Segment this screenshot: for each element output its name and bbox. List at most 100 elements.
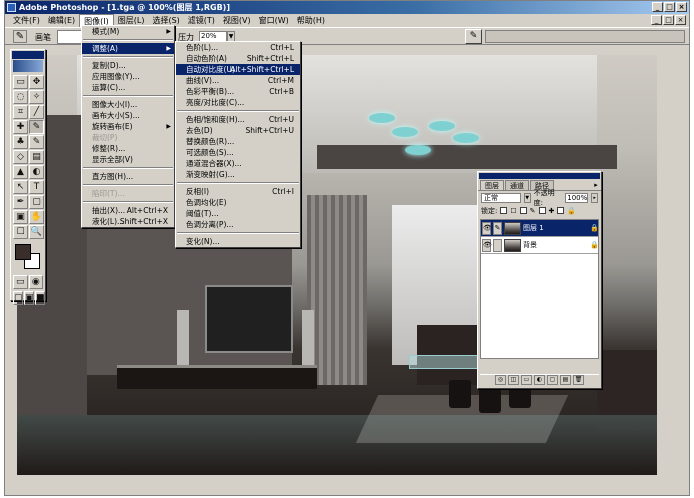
image-menu-item[interactable]: 运算(C)... [82,82,174,93]
adjust-menu-item[interactable]: 色彩平衡(B)... Ctrl+B [176,86,300,97]
adjust-menu-item[interactable]: 色调分离(P)... [176,219,300,230]
layer-mask-icon[interactable]: ◫ [508,375,519,385]
zoom-tool-icon[interactable]: 🔍 [29,225,44,239]
magic-wand-tool-icon[interactable]: ✧ [29,90,44,104]
image-menu-item[interactable]: 调整(A) ▶ [82,43,174,54]
full-screen-icon[interactable]: ■ [35,291,45,305]
close-button[interactable]: × [676,2,687,12]
blend-mode-arrow-icon[interactable]: ▼ [523,192,531,203]
adjust-menu-item[interactable]: 去色(D) Shift+Ctrl+U [176,125,300,136]
image-menu-item[interactable]: 模式(M) ▶ [82,26,174,37]
adjust-menu-item[interactable]: 替换颜色(R)... [176,136,300,147]
image-menu-item[interactable]: 液化(L)... Shift+Ctrl+X [82,216,174,227]
menu-window[interactable]: 窗口(W) [255,14,293,27]
airbrush-toggle-icon[interactable]: ✎ [465,29,482,44]
menu-filter[interactable]: 滤镜(T) [184,14,219,27]
menu-view[interactable]: 视图(V) [219,14,255,27]
eyedropper-tool-icon[interactable]: ☐ [13,225,28,239]
notes-tool-icon[interactable]: ▣ [13,210,28,224]
layers-panel-titlebar[interactable] [479,173,600,179]
lock-all-checkbox[interactable] [557,207,565,214]
adjust-menu-item[interactable]: 变化(N)... [176,236,300,247]
clone-stamp-tool-icon[interactable]: ♣ [13,135,28,149]
menu-help[interactable]: 帮助(H) [293,14,329,27]
visibility-eye-icon[interactable]: 👁 [482,238,492,252]
brush-preset-dropdown[interactable] [57,30,83,44]
image-menu-item[interactable]: 应用图像(Y)... [82,71,174,82]
layer-style-icon[interactable]: ◎ [495,375,506,385]
type-tool-icon[interactable]: T [29,180,44,194]
image-menu-item[interactable]: 抽出(X)... Alt+Ctrl+X [82,205,174,216]
blur-tool-icon[interactable]: ▲ [13,165,28,179]
photoshop-logo[interactable] [13,60,43,72]
visibility-eye-icon[interactable]: 👁 [482,221,492,235]
duplicate-layer-icon[interactable]: ▤ [560,375,571,385]
opacity-input[interactable]: 100% [565,192,589,203]
adjust-menu-item[interactable]: 可选颜色(S)... [176,147,300,158]
adjust-menu-item[interactable]: 自动对比度(U) Alt+Shift+Ctrl+L [176,64,300,75]
doc-maximize-button[interactable]: □ [663,15,674,25]
delete-layer-icon[interactable]: 🗑 [573,375,584,385]
new-layer-icon[interactable]: ▢ [547,375,558,385]
toolbox-titlebar[interactable] [12,51,44,59]
image-menu-item[interactable]: 图像大小(I)... [82,99,174,110]
adjust-menu-item[interactable]: 曲线(V)... Ctrl+M [176,75,300,86]
minimize-button[interactable]: _ [652,2,663,12]
menu-file[interactable]: 文件(F) [9,14,44,27]
standard-mode-icon[interactable]: ▭ [13,275,28,289]
healing-brush-tool-icon[interactable]: ✚ [13,120,28,134]
adjust-menu-item[interactable]: 通道混合器(X)... [176,158,300,169]
image-menu-item[interactable]: 直方图(H)... [82,171,174,182]
doc-minimize-button[interactable]: _ [651,15,662,25]
blend-mode-select[interactable]: 正常 [481,192,521,203]
image-menu-item[interactable]: 显示全部(V) [82,154,174,165]
crop-tool-icon[interactable]: ⌗ [13,105,28,119]
image-menu-item[interactable]: 复制(D)... [82,60,174,71]
layer-row-layer1[interactable]: 👁 ✎ 图层 1 🔒 [481,220,599,237]
slice-tool-icon[interactable]: ╱ [29,105,44,119]
lasso-tool-icon[interactable]: ◌ [13,90,28,104]
layer-set-icon[interactable]: ▭ [521,375,532,385]
lock-transparency-checkbox[interactable] [500,207,508,214]
menu-edit[interactable]: 编辑(E) [44,14,79,27]
opacity-arrow-icon[interactable]: ▸ [591,192,598,203]
image-menu-item[interactable]: 画布大小(S)... [82,110,174,121]
adjustment-layer-icon[interactable]: ◐ [534,375,545,385]
history-brush-tool-icon[interactable]: ✎ [29,135,44,149]
adjust-menu-item[interactable]: 亮度/对比度(C)... [176,97,300,108]
brush-tool-icon[interactable]: ✎ [29,120,44,134]
adjust-menu-item[interactable]: 自动色阶(A) Shift+Ctrl+L [176,53,300,64]
move-tool-icon[interactable]: ✥ [29,75,44,89]
lock-image-checkbox[interactable] [519,207,527,214]
doc-close-button[interactable]: × [675,15,686,25]
quick-mask-mode-icon[interactable]: ◉ [28,275,43,289]
panel-menu-icon[interactable]: ▸ [591,180,601,190]
lock-position-checkbox[interactable] [538,207,546,214]
adjust-menu-item[interactable]: 色相/饱和度(H)... Ctrl+U [176,114,300,125]
hand-tool-icon[interactable]: ✋ [29,210,44,224]
marquee-tool-icon[interactable]: ▭ [13,75,28,89]
path-selection-tool-icon[interactable]: ↖ [13,180,28,194]
standard-screen-icon[interactable]: ▢ [13,291,23,305]
layer-brush-icon[interactable] [493,238,502,252]
pen-tool-icon[interactable]: ✒ [13,195,28,209]
gradient-tool-icon[interactable]: ▤ [29,150,44,164]
tab-channels[interactable]: 通道 [505,180,529,190]
adjust-menu-item[interactable]: 反相(I) Ctrl+I [176,186,300,197]
adjust-menu-item[interactable]: 色调均化(E) [176,197,300,208]
maximize-button[interactable]: □ [664,2,675,12]
adjust-menu-item[interactable]: 色阶(L)... Ctrl+L [176,42,300,53]
tab-layers[interactable]: 图层 [480,180,504,190]
image-menu-item[interactable]: 旋转画布(E) ▶ [82,121,174,132]
eraser-tool-icon[interactable]: ◇ [13,150,28,164]
image-menu-item[interactable]: 修整(R)... [82,143,174,154]
layer-row-background[interactable]: 👁 背景 🔒 [481,237,599,254]
brush-tool-icon[interactable]: ✎ [13,30,27,43]
dodge-tool-icon[interactable]: ◐ [29,165,44,179]
layer-brush-icon[interactable]: ✎ [493,221,502,235]
foreground-color-swatch[interactable] [15,244,31,260]
full-screen-menu-icon[interactable]: ▣ [24,291,34,305]
adjust-menu-item[interactable]: 渐变映射(G)... [176,169,300,180]
rectangle-tool-icon[interactable]: ▢ [29,195,44,209]
adjust-menu-item[interactable]: 阈值(T)... [176,208,300,219]
